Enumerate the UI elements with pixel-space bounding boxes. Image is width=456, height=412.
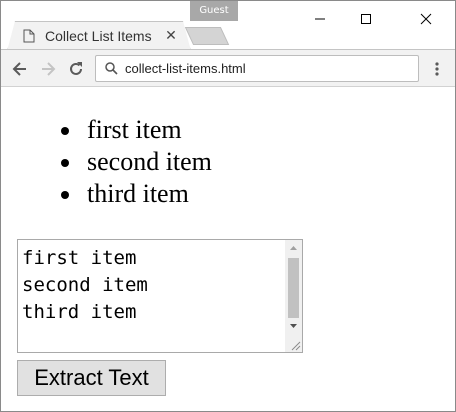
minimize-button[interactable] xyxy=(297,1,343,37)
arrow-right-icon xyxy=(42,62,56,76)
tab-title: Collect List Items xyxy=(45,28,152,44)
browser-menu-button[interactable] xyxy=(429,58,445,80)
extract-text-button[interactable]: Extract Text xyxy=(17,360,166,396)
output-text: first item second item third item xyxy=(22,247,148,323)
reload-icon xyxy=(70,62,82,75)
scrollbar-thumb[interactable] xyxy=(288,258,299,318)
forward-button[interactable] xyxy=(37,58,59,80)
address-bar[interactable]: collect-list-items.html xyxy=(95,55,419,82)
guest-profile-badge[interactable]: Guest xyxy=(190,1,238,21)
list-item: third item xyxy=(47,178,212,210)
browser-toolbar: collect-list-items.html xyxy=(1,49,455,87)
list-item: first item xyxy=(47,114,212,146)
url-text: collect-list-items.html xyxy=(125,61,246,76)
scroll-up-button[interactable] xyxy=(285,240,302,256)
back-button[interactable] xyxy=(9,58,31,80)
search-icon xyxy=(104,62,118,76)
page-content: first item second item third item first … xyxy=(1,88,455,411)
bulleted-list: first item second item third item xyxy=(47,114,212,210)
scroll-down-button[interactable] xyxy=(285,318,302,334)
browser-window: Guest Collect List Items ✕ collect-list-… xyxy=(0,0,456,412)
resize-grip-icon[interactable] xyxy=(289,339,301,351)
tab-content[interactable]: Collect List Items ✕ xyxy=(11,22,181,50)
reload-button[interactable] xyxy=(65,58,87,80)
page-icon xyxy=(21,28,37,44)
more-vertical-icon xyxy=(435,62,439,76)
minimize-icon xyxy=(315,18,325,20)
tab-close-icon[interactable]: ✕ xyxy=(163,28,179,44)
output-textarea[interactable]: first item second item third item xyxy=(17,239,303,353)
maximize-button[interactable] xyxy=(343,1,389,37)
list-item: second item xyxy=(47,146,212,178)
new-tab-button[interactable] xyxy=(184,27,230,45)
title-bar: Guest Collect List Items ✕ xyxy=(1,1,455,49)
close-window-button[interactable] xyxy=(403,1,449,37)
close-icon xyxy=(420,13,432,25)
maximize-icon xyxy=(361,14,371,24)
arrow-left-icon xyxy=(12,62,26,76)
chevron-up-icon xyxy=(290,246,297,250)
textarea-scrollbar[interactable] xyxy=(285,240,302,352)
chevron-down-icon xyxy=(290,324,297,328)
